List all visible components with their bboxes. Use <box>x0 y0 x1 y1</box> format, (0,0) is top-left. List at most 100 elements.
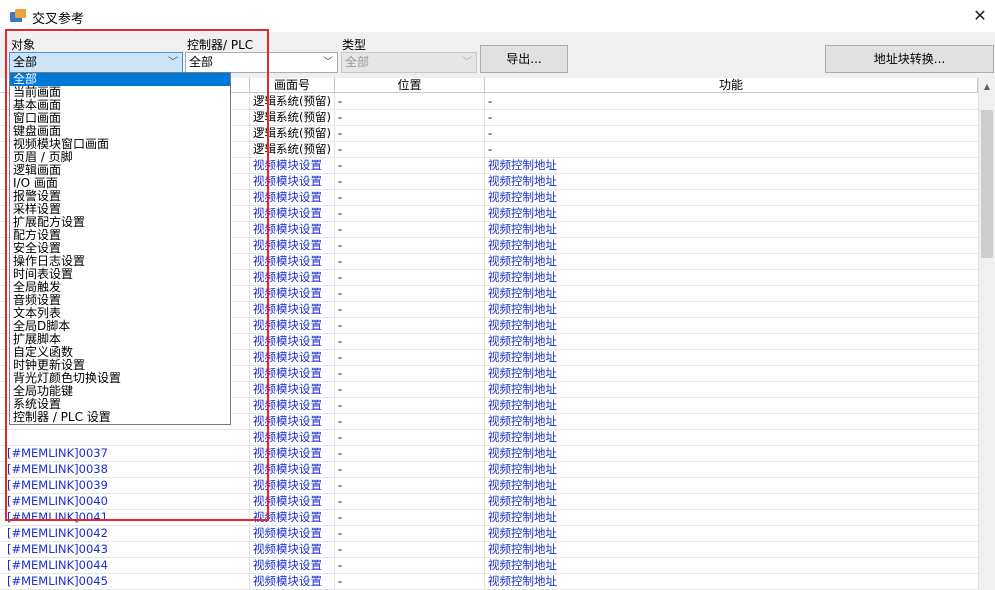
cell-name: [#MEMLINK]0044 <box>7 558 108 572</box>
cell-function: - <box>488 94 493 108</box>
table-row[interactable]: [#MEMLINK]0040 视频模块设置 - 视频控制地址 <box>0 494 978 510</box>
cell-name: [#MEMLINK]0039 <box>7 478 108 492</box>
cell-screen: 视频模块设置 <box>253 398 322 412</box>
close-icon[interactable]: ✕ <box>965 0 995 32</box>
cell-screen: 视频模块设置 <box>253 494 322 508</box>
cell-screen: 视频模块设置 <box>253 254 322 268</box>
object-select[interactable]: 全部 ﹀ <box>9 52 183 73</box>
cell-screen: 视频模块设置 <box>253 222 322 236</box>
cell-screen: 逻辑系统(预留) <box>253 126 331 140</box>
object-select-value: 全部 <box>13 55 38 69</box>
cell-position: - <box>338 382 343 396</box>
cell-name: [#MEMLINK]0042 <box>7 526 108 540</box>
controller-select-value: 全部 <box>189 55 214 69</box>
vertical-scrollbar[interactable]: ▲ <box>978 78 995 590</box>
cell-function: - <box>488 110 493 124</box>
cell-function: 视频控制地址 <box>488 398 557 412</box>
cell-position: - <box>338 302 343 316</box>
cell-position: - <box>338 238 343 252</box>
cell-name: [#MEMLINK]0040 <box>7 494 108 508</box>
column-header-position[interactable]: 位置 <box>335 78 485 93</box>
cell-screen: 视频模块设置 <box>253 302 322 316</box>
cell-function: 视频控制地址 <box>488 270 557 284</box>
app-icon <box>10 9 26 23</box>
cell-function: 视频控制地址 <box>488 190 557 204</box>
cell-function: 视频控制地址 <box>488 334 557 348</box>
table-row[interactable]: [#MEMLINK]0044 视频模块设置 - 视频控制地址 <box>0 558 978 574</box>
cell-position: - <box>338 446 343 460</box>
cell-function: - <box>488 126 493 140</box>
cell-position: - <box>338 190 343 204</box>
column-header-screen[interactable]: 画面号 <box>250 78 335 93</box>
cell-position: - <box>338 142 343 156</box>
type-select[interactable]: 全部 ﹀ <box>341 52 477 73</box>
cell-function: 视频控制地址 <box>488 494 557 508</box>
cell-position: - <box>338 462 343 476</box>
cell-screen: 视频模块设置 <box>253 462 322 476</box>
cell-position: - <box>338 526 343 540</box>
cell-position: - <box>338 510 343 524</box>
cell-function: 视频控制地址 <box>488 222 557 236</box>
title-bar: 交叉参考 ✕ <box>0 0 995 32</box>
cell-function: 视频控制地址 <box>488 542 557 556</box>
scrollbar-thumb[interactable] <box>981 110 993 258</box>
cell-position: - <box>338 414 343 428</box>
table-row[interactable]: [#MEMLINK]0038 视频模块设置 - 视频控制地址 <box>0 462 978 478</box>
window-title: 交叉参考 <box>32 12 85 27</box>
cell-position: - <box>338 222 343 236</box>
cell-screen: 逻辑系统(预留) <box>253 142 331 156</box>
chevron-down-icon: ﹀ <box>323 57 333 68</box>
table-row[interactable]: 视频模块设置 - 视频控制地址 <box>0 430 978 446</box>
cell-screen: 视频模块设置 <box>253 318 322 332</box>
type-select-value: 全部 <box>345 55 370 69</box>
cell-name: [#MEMLINK]0038 <box>7 462 108 476</box>
cell-function: 视频控制地址 <box>488 318 557 332</box>
cell-function: 视频控制地址 <box>488 158 557 172</box>
cell-function: 视频控制地址 <box>488 206 557 220</box>
cell-screen: 视频模块设置 <box>253 334 322 348</box>
cell-screen: 视频模块设置 <box>253 190 322 204</box>
cell-function: 视频控制地址 <box>488 382 557 396</box>
cell-position: - <box>338 558 343 572</box>
export-button[interactable]: 导出... <box>480 45 568 73</box>
cell-screen: 视频模块设置 <box>253 366 322 380</box>
cell-function: 视频控制地址 <box>488 350 557 364</box>
address-block-convert-button[interactable]: 地址块转换... <box>825 45 994 73</box>
cell-position: - <box>338 350 343 364</box>
cell-function: 视频控制地址 <box>488 462 557 476</box>
cell-screen: 逻辑系统(预留) <box>253 110 331 124</box>
cell-name: [#MEMLINK]0045 <box>7 574 108 588</box>
cell-position: - <box>338 478 343 492</box>
cell-name: [#MEMLINK]0037 <box>7 446 108 460</box>
cell-screen: 视频模块设置 <box>253 526 322 540</box>
cell-position: - <box>338 318 343 332</box>
dropdown-option[interactable]: 控制器 / PLC 设置 <box>10 411 230 424</box>
cell-position: - <box>338 286 343 300</box>
cell-function: 视频控制地址 <box>488 366 557 380</box>
cell-screen: 视频模块设置 <box>253 206 322 220</box>
cell-function: 视频控制地址 <box>488 558 557 572</box>
table-row[interactable]: [#MEMLINK]0037 视频模块设置 - 视频控制地址 <box>0 446 978 462</box>
object-dropdown-list: 全部 当前画面 基本画面 窗口画面 键盘画面 视频模块窗口画面 页眉 / 页脚 逻辑画面 I/O… <box>9 72 231 425</box>
cell-function: 视频控制地址 <box>488 254 557 268</box>
cell-screen: 视频模块设置 <box>253 478 322 492</box>
scroll-up-icon[interactable]: ▲ <box>979 78 995 95</box>
cell-screen: 视频模块设置 <box>253 238 322 252</box>
cell-position: - <box>338 430 343 444</box>
cell-function: - <box>488 142 493 156</box>
cell-position: - <box>338 398 343 412</box>
table-row[interactable]: [#MEMLINK]0041 视频模块设置 - 视频控制地址 <box>0 510 978 526</box>
table-row[interactable]: [#MEMLINK]0045 视频模块设置 - 视频控制地址 <box>0 574 978 590</box>
table-row[interactable]: [#MEMLINK]0039 视频模块设置 - 视频控制地址 <box>0 478 978 494</box>
table-row[interactable]: [#MEMLINK]0042 视频模块设置 - 视频控制地址 <box>0 526 978 542</box>
cell-screen: 视频模块设置 <box>253 542 322 556</box>
table-row[interactable]: [#MEMLINK]0043 视频模块设置 - 视频控制地址 <box>0 542 978 558</box>
controller-select[interactable]: 全部 ﹀ <box>185 52 338 73</box>
cell-position: - <box>338 94 343 108</box>
column-header-function[interactable]: 功能 <box>485 78 978 93</box>
cell-name <box>4 430 248 446</box>
cell-function: 视频控制地址 <box>488 430 557 444</box>
cell-name: [#MEMLINK]0041 <box>7 510 108 524</box>
cell-screen: 视频模块设置 <box>253 510 322 524</box>
cell-function: 视频控制地址 <box>488 174 557 188</box>
